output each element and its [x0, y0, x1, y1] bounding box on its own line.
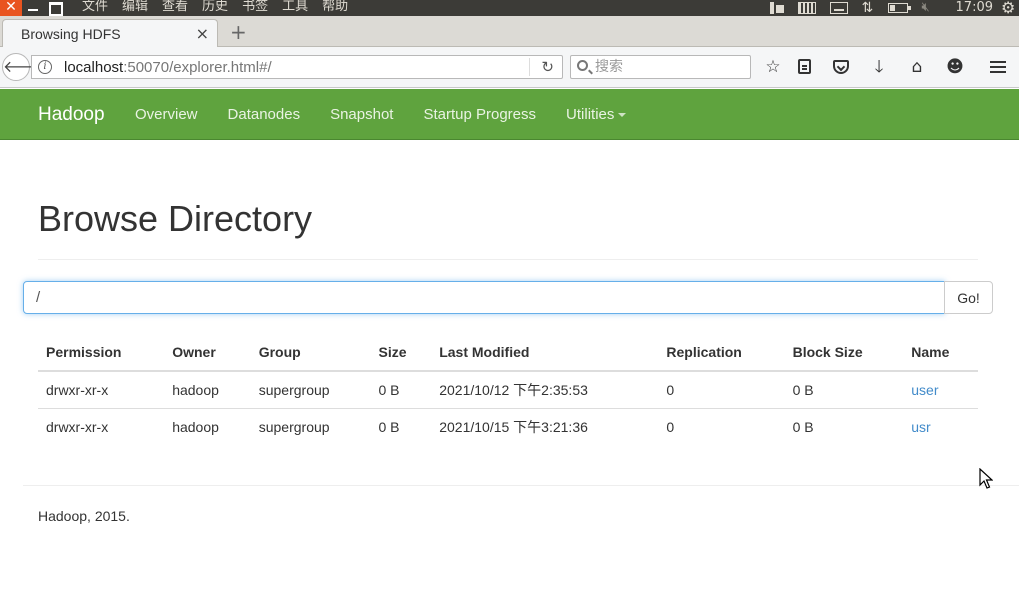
- tab-browsing-hdfs[interactable]: Browsing HDFS ×: [2, 19, 218, 47]
- window-controls: ✕: [0, 0, 66, 16]
- table-row: drwxr-xr-x hadoop supergroup 0 B 2021/10…: [38, 371, 978, 409]
- footer-text: Hadoop, 2015.: [38, 508, 130, 524]
- pocket-icon[interactable]: [830, 56, 852, 78]
- back-button[interactable]: 🡐: [2, 53, 46, 81]
- cell-group: supergroup: [250, 408, 371, 446]
- new-tab-button[interactable]: +: [230, 20, 247, 44]
- hadoop-navbar: Hadoop Overview Datanodes Snapshot Start…: [0, 89, 1019, 140]
- window-minimize-button[interactable]: [22, 0, 44, 16]
- url-separator: [529, 58, 530, 76]
- url-path: :50070/explorer.html#/: [123, 59, 272, 76]
- col-last-modified[interactable]: Last Modified: [431, 334, 659, 372]
- menu-bookmarks[interactable]: 书签: [242, 0, 268, 14]
- col-size[interactable]: Size: [370, 334, 432, 372]
- col-replication[interactable]: Replication: [658, 334, 785, 372]
- menu-tools[interactable]: 工具: [282, 0, 308, 14]
- menu-edit[interactable]: 编辑: [122, 0, 148, 14]
- col-name[interactable]: Name: [903, 334, 978, 372]
- tab-strip: Browsing HDFS × +: [0, 16, 1019, 47]
- col-group[interactable]: Group: [250, 334, 371, 372]
- cell-group: supergroup: [258, 382, 330, 398]
- download-icon[interactable]: 🡓: [868, 56, 890, 78]
- reading-list-icon[interactable]: [793, 56, 815, 78]
- hamburger-menu-icon[interactable]: [987, 56, 1009, 78]
- menu-file[interactable]: 文件: [82, 0, 108, 14]
- nav-overview[interactable]: Overview: [135, 106, 198, 123]
- cell-name: usr: [903, 408, 978, 446]
- system-tray: ⇅ 🔇︎ 17:09 ⚙: [769, 0, 1019, 16]
- navigation-toolbar: 🡐 i localhost:50070/explorer.html#/ ↻ ☆ …: [0, 47, 1019, 88]
- network-icon[interactable]: [769, 2, 784, 14]
- tab-close-icon[interactable]: ×: [196, 24, 209, 43]
- cell-size: 0 B: [370, 408, 432, 446]
- caret-down-icon: [618, 113, 627, 118]
- cell-name: user: [903, 371, 978, 409]
- col-owner[interactable]: Owner: [164, 334, 251, 372]
- cell-replication: 0: [666, 382, 675, 398]
- cell-size: 0 B: [378, 382, 400, 398]
- directory-link-usr[interactable]: usr: [911, 419, 930, 435]
- col-block-size[interactable]: Block Size: [784, 334, 904, 372]
- cell-block-size: 0 B: [784, 408, 904, 446]
- cell-permission: drwxr-xr-x: [38, 408, 165, 446]
- col-permission[interactable]: Permission: [38, 334, 165, 372]
- input-method-icon[interactable]: [797, 2, 816, 14]
- search-icon: [577, 60, 588, 71]
- directory-path-input[interactable]: [23, 281, 945, 314]
- navbar-links: Overview Datanodes Snapshot Startup Prog…: [135, 106, 656, 123]
- tab-title: Browsing HDFS: [21, 26, 121, 42]
- smiley-icon[interactable]: ☻: [944, 56, 966, 78]
- reload-icon[interactable]: ↻: [541, 58, 554, 76]
- site-info-icon[interactable]: i: [38, 60, 52, 74]
- footer-divider: [23, 485, 1019, 486]
- cell-last-modified: 2021/10/12 下午2:35:53: [439, 382, 588, 398]
- go-button[interactable]: Go!: [944, 281, 993, 314]
- menu-history[interactable]: 历史: [202, 0, 228, 14]
- url-host: localhost: [64, 59, 124, 76]
- nav-datanodes[interactable]: Datanodes: [228, 106, 301, 123]
- window-close-button[interactable]: ✕: [0, 0, 22, 16]
- cell-block-size: 0 B: [792, 382, 814, 398]
- cell-owner: hadoop: [164, 408, 251, 446]
- transfer-icon[interactable]: ⇅: [862, 1, 874, 15]
- cell-permission: drwxr-xr-x: [46, 382, 109, 398]
- cell-replication: 0: [658, 408, 785, 446]
- navbar-brand[interactable]: Hadoop: [38, 104, 105, 126]
- bookmark-star-icon[interactable]: ☆: [762, 56, 784, 78]
- nav-utilities[interactable]: Utilities: [566, 106, 627, 123]
- battery-icon[interactable]: [887, 3, 911, 13]
- url-bar[interactable]: i localhost:50070/explorer.html#/ ↻: [31, 55, 563, 79]
- menu-view[interactable]: 查看: [162, 0, 188, 14]
- search-box[interactable]: [570, 55, 751, 79]
- search-input[interactable]: [595, 58, 745, 76]
- nav-startup-progress[interactable]: Startup Progress: [423, 106, 536, 123]
- title-divider: [38, 259, 978, 260]
- table-header-row: Permission Owner Group Size Last Modifie…: [38, 334, 978, 372]
- table-row: drwxr-xr-x hadoop supergroup 0 B 2021/10…: [38, 408, 978, 446]
- directory-link-user[interactable]: user: [911, 382, 938, 398]
- app-menu: 文件 编辑 查看 历史 书签 工具 帮助: [82, 0, 348, 14]
- os-top-panel: ✕ 文件 编辑 查看 历史 书签 工具 帮助 ⇅ 🔇︎ 17:09 ⚙: [0, 0, 1019, 16]
- nav-utilities-label: Utilities: [566, 106, 615, 123]
- url-text: localhost:50070/explorer.html#/: [64, 59, 272, 76]
- home-icon[interactable]: ⌂: [906, 56, 928, 78]
- cell-owner: hadoop: [172, 382, 219, 398]
- cell-last-modified: 2021/10/15 下午3:21:36: [431, 408, 659, 446]
- menu-help[interactable]: 帮助: [322, 0, 348, 14]
- clock[interactable]: 17:09: [956, 1, 993, 15]
- keyboard-icon[interactable]: [829, 2, 848, 14]
- gear-icon[interactable]: ⚙: [1001, 0, 1017, 16]
- nav-snapshot[interactable]: Snapshot: [330, 106, 393, 123]
- page-title: Browse Directory: [38, 198, 313, 239]
- volume-muted-icon[interactable]: 🔇︎: [922, 1, 942, 14]
- window-maximize-button[interactable]: [44, 0, 66, 16]
- directory-table: Permission Owner Group Size Last Modifie…: [38, 334, 978, 446]
